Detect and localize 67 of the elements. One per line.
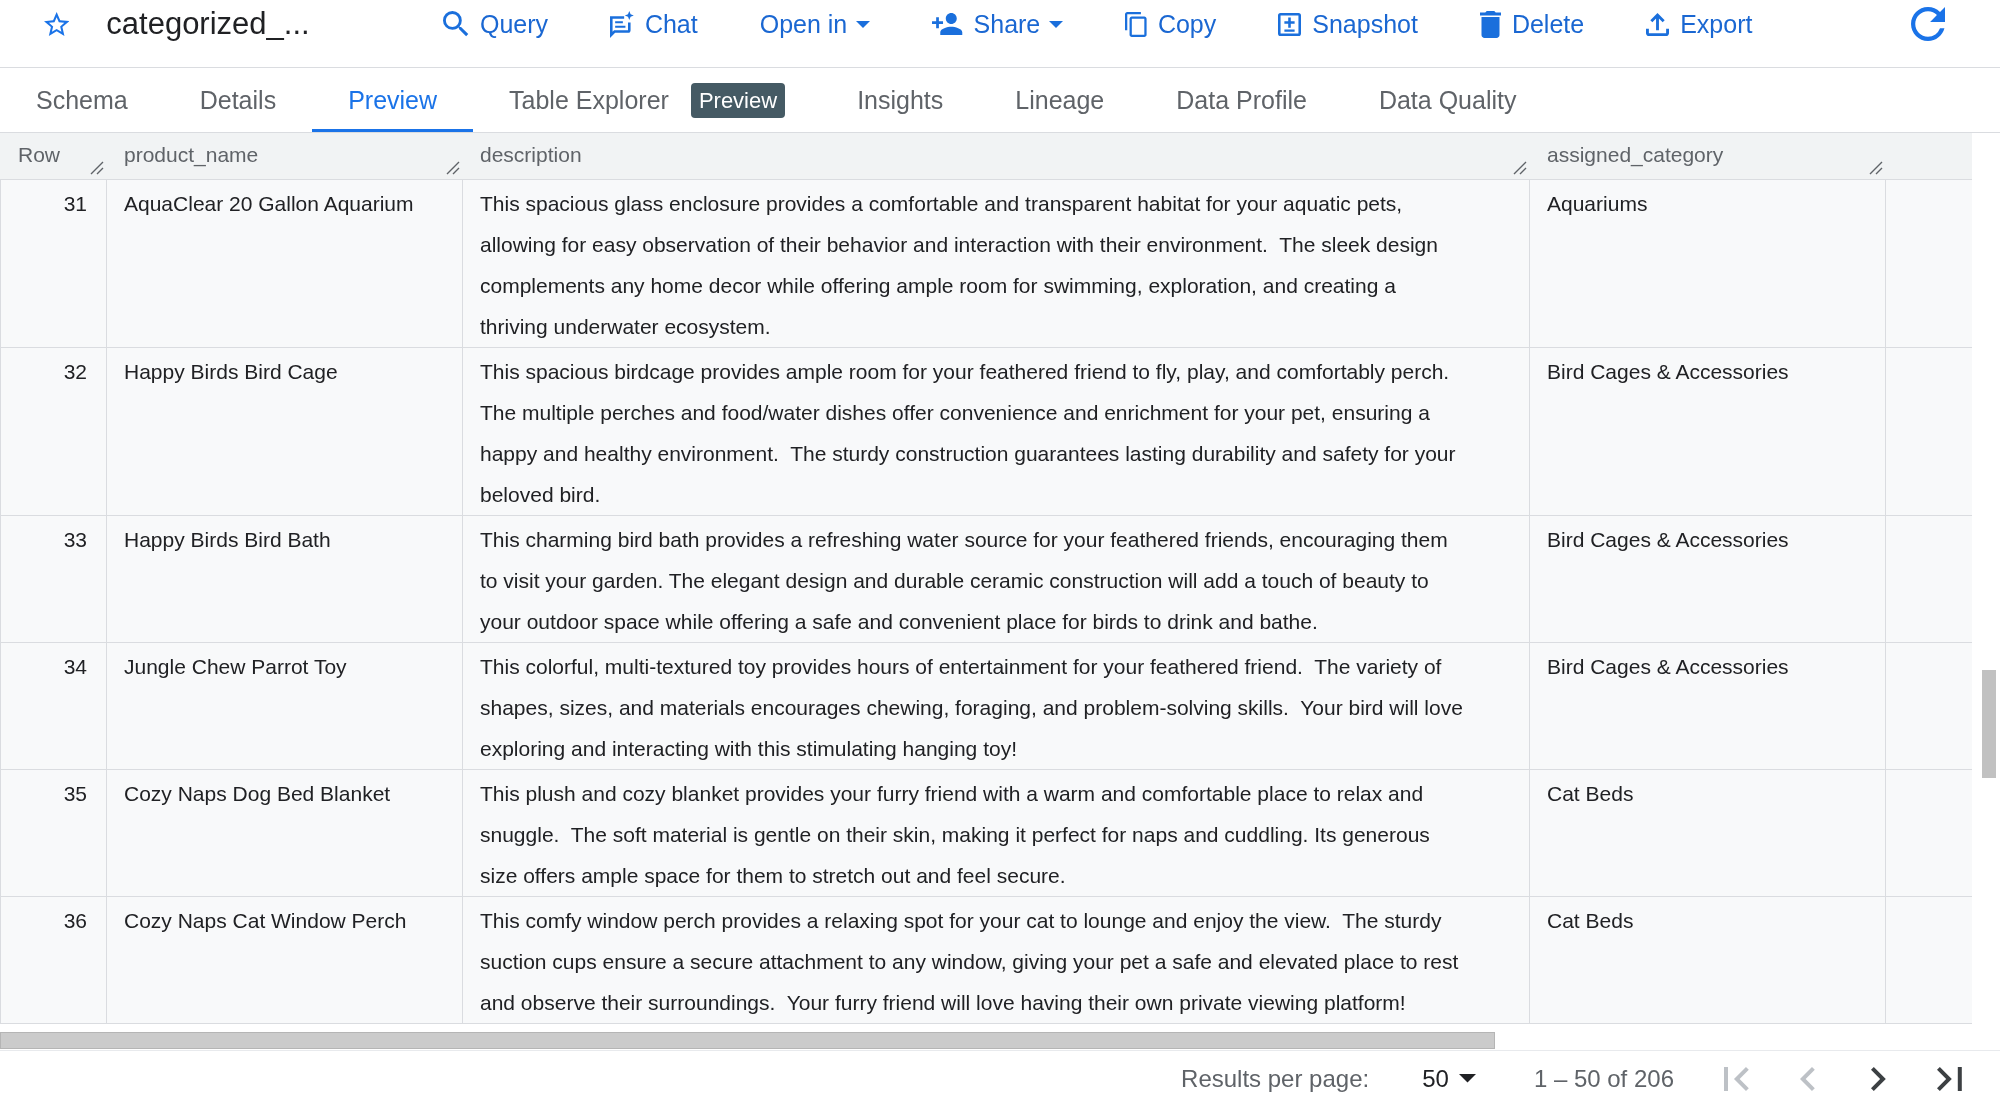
table-cell: AquaClear 20 Gallon Aquarium: [107, 180, 463, 348]
resize-handle-icon[interactable]: [90, 161, 104, 175]
tab[interactable]: Data Profile: [1140, 68, 1343, 132]
column-header[interactable]: product_name: [124, 141, 259, 175]
last-page-icon: [1937, 1066, 1962, 1091]
scrollbar-thumb[interactable]: [1982, 670, 1996, 778]
resize-handle-icon[interactable]: [1513, 161, 1527, 175]
row-number: 34: [0, 643, 107, 770]
table-cell: Bird Cages & Accessories: [1530, 643, 1886, 770]
person-add-icon: [932, 13, 963, 35]
table-cell: Cozy Naps Cat Window Perch: [107, 897, 463, 1024]
tab[interactable]: Schema: [0, 68, 164, 132]
caret-icon: [1458, 1074, 1476, 1083]
status-badge: Preview: [690, 82, 786, 118]
copy-button[interactable]: Copy: [1113, 5, 1229, 43]
tab[interactable]: Data Quality: [1342, 68, 1553, 132]
table-cell: Cat Beds: [1530, 897, 1886, 1024]
table-cell: Cat Beds: [1530, 770, 1886, 897]
table-cell: This spacious glass enclosure provides a comfortable and transparent habitat for your aquatic pets, allowing for easy observation of their behavior and interaction with their environment. The sleek design complements any home decor while offering ample room for swimming, exploration, and creating a thriving underwater ecosystem.: [463, 180, 1530, 348]
table-cell: This colorful, multi-textured toy provides hours of entertainment for your feathered friend. The variety of shapes, sizes, and materials encourages chewing, foraging, and problem-solving skills. Your bird will love exploring and interacting with this stimulating hanging toy!: [463, 643, 1530, 770]
resize-handle-icon[interactable]: [446, 161, 460, 175]
share-button[interactable]: Share: [920, 5, 1076, 43]
upload-icon: [1646, 12, 1670, 36]
query-button[interactable]: Query: [431, 5, 561, 43]
chat-button[interactable]: Chat: [598, 5, 710, 43]
row-number: 33: [0, 516, 107, 643]
table-cell: Happy Birds Bird Bath: [107, 516, 463, 643]
refresh-icon[interactable]: [1911, 7, 1945, 41]
search-icon: [443, 11, 469, 37]
table-cell: This plush and cozy blanket provides your furry friend with a warm and comfortable place to relax and snuggle. The soft material is gentle on their skin, making it perfect for naps and cuddling. Its generous size offers ample space for them to stretch out and feel secure.: [463, 770, 1530, 897]
column-header[interactable]: assigned_category: [1547, 141, 1724, 175]
column-header[interactable]: description: [480, 141, 582, 175]
snapshot-button[interactable]: Snapshot: [1266, 5, 1430, 43]
open-in-button[interactable]: Open in: [747, 5, 883, 43]
tab[interactable]: Table Explorer Preview: [473, 68, 822, 132]
page-range: 1 – 50 of 206: [1533, 1064, 1674, 1093]
first-page-icon: [1724, 1066, 1749, 1091]
delete-button[interactable]: Delete: [1467, 5, 1597, 43]
table-cell: Bird Cages & Accessories: [1530, 516, 1886, 643]
chevron-left-icon: [1800, 1066, 1815, 1091]
table-cell: This spacious birdcage provides ample room for your feathered friend to fly, play, and comfortably perch. The multiple perches and food/water dishes offer convenience and enrichment for your pet, ensuring a happy and healthy environment. The sturdy construction guarantees lasting durability and safety for your beloved bird.: [463, 348, 1530, 516]
table-cell: Jungle Chew Parrot Toy: [107, 643, 463, 770]
table-cell: Happy Birds Bird Cage: [107, 348, 463, 516]
scrollbar-thumb[interactable]: [0, 1032, 1495, 1049]
table-cell: This comfy window perch provides a relaxing spot for your cat to lounge and enjoy the view. The sturdy suction cups ensure a secure attachment to any window, giving your pet a safe and elevated place to rest and observe their surroundings. Your furry friend will love having their own private viewing platform!: [463, 897, 1530, 1024]
table-cell: Aquariums: [1530, 180, 1886, 348]
row-number: 35: [0, 770, 107, 897]
star-icon[interactable]: [44, 12, 70, 36]
table-cell: Bird Cages & Accessories: [1530, 348, 1886, 516]
row-number: 31: [0, 180, 107, 348]
resize-handle-icon[interactable]: [1869, 161, 1883, 175]
tab[interactable]: Insights: [821, 68, 980, 132]
table-cell: Cozy Naps Dog Bed Blanket: [107, 770, 463, 897]
row-number: 36: [0, 897, 107, 1024]
export-button[interactable]: Export: [1634, 5, 1765, 43]
column-header[interactable]: Row: [18, 141, 60, 175]
page-size-dropdown[interactable]: 50: [1422, 1064, 1476, 1093]
table-title: categorized_...: [106, 6, 310, 42]
copy-icon: [1125, 11, 1147, 37]
tab[interactable]: Details: [163, 68, 313, 132]
tab[interactable]: Lineage: [979, 68, 1141, 132]
row-number: 32: [0, 348, 107, 516]
results-per-page-label: Results per page:: [1181, 1064, 1370, 1093]
chat-bubble-icon: [610, 10, 634, 38]
trash-icon: [1479, 10, 1501, 38]
chevron-right-icon: [1871, 1066, 1886, 1091]
table-cell: This charming bird bath provides a refreshing water source for your feathered friends, encouraging them to visit your garden. The elegant design and durable ceramic construction will add a touch of beauty to your outdoor space while offering a safe and convenient place for birds to drink and bathe.: [463, 516, 1530, 643]
